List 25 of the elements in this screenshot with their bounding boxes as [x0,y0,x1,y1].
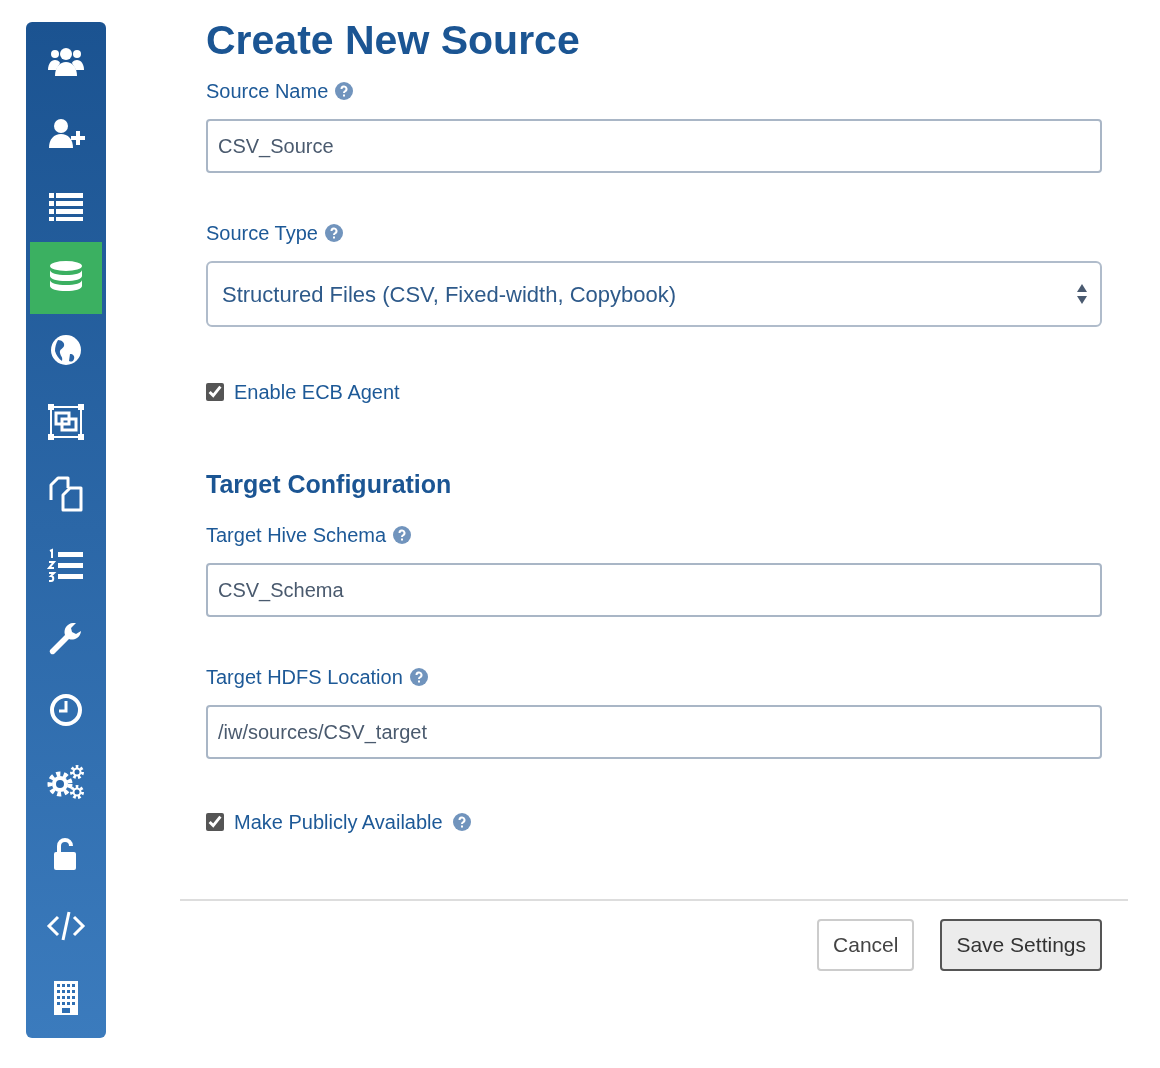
field-label: Source Type [206,221,318,246]
help-icon[interactable] [393,526,412,545]
input-field[interactable]: CSV_Source [206,119,1102,174]
help-icon[interactable] [324,224,343,243]
sort-arrows-icon [1076,283,1088,306]
checkbox-label: Enable ECB Agent [234,380,400,406]
select-field[interactable]: Structured Files (CSV, Fixed-width, Copybook) [206,261,1102,328]
field-label: Target HDFS Location [206,665,403,690]
section-heading: Target Configuration [206,469,453,500]
help-icon[interactable] [452,813,471,832]
cancel-button[interactable]: Cancel [817,919,915,971]
page-title: Create New Source [206,18,581,64]
field-label: Target Hive Schema [206,523,387,548]
save-button[interactable]: Save Settings [940,919,1102,971]
gears-icon [46,762,86,802]
frames-icon [46,402,86,442]
field-label: Source Name [206,79,329,104]
input-field[interactable]: CSV_Schema [206,563,1102,618]
checkbox[interactable] [206,813,224,832]
checkbox-label: Make Publicly Available [234,810,443,836]
checkbox[interactable] [206,383,224,402]
help-icon[interactable] [409,668,428,687]
select-value: Structured Files (CSV, Fixed-width, Copybook) [222,280,677,309]
help-icon[interactable] [335,82,354,101]
input-field[interactable]: /iw/sources/CSV_target [206,705,1102,760]
